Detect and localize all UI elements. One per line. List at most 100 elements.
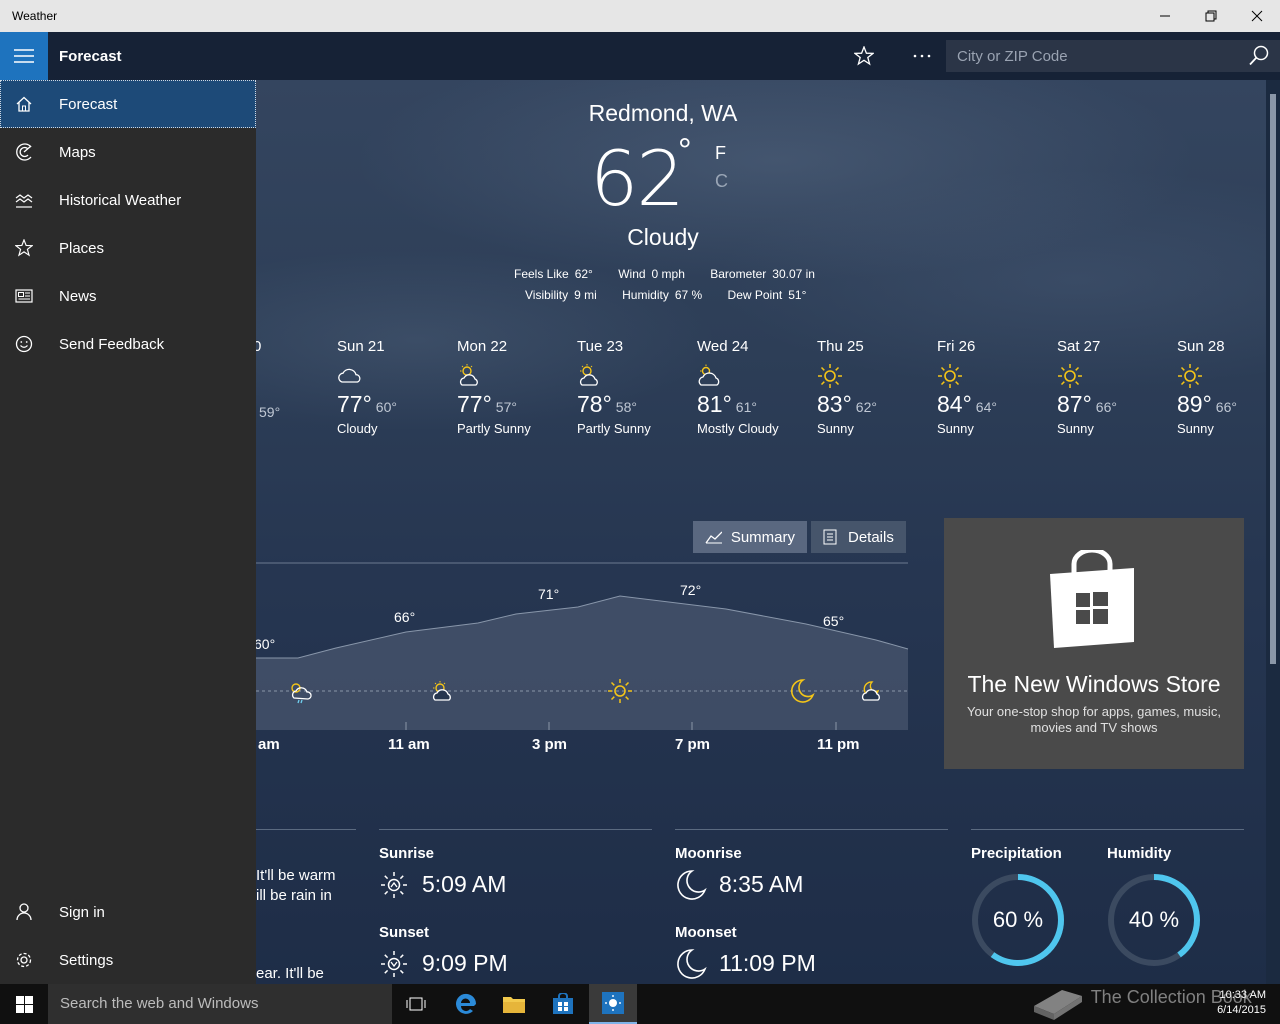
sidebar-item-sign-in[interactable]: Sign in — [0, 888, 256, 936]
day-low: 64° — [975, 399, 997, 415]
taskbar-search[interactable]: Search the web and Windows — [48, 984, 392, 1024]
sun-icon — [1177, 363, 1280, 389]
hamburger-button[interactable] — [0, 32, 48, 80]
location-name: Redmond, WA — [588, 100, 738, 126]
sidebar-item-places[interactable]: Places — [0, 224, 256, 272]
partly-sunny-icon — [577, 363, 697, 389]
favorite-button[interactable] — [846, 40, 882, 72]
window-title: Weather — [12, 9, 58, 23]
start-button[interactable] — [0, 984, 48, 1024]
sidebar-item-label: Send Feedback — [59, 335, 165, 353]
day-forecast[interactable]: Fri 26 84° 64° Sunny — [937, 338, 1057, 436]
tab-details[interactable]: Details — [811, 521, 906, 553]
day-condition: Sunny — [937, 421, 974, 436]
hourly-temp-label: 65° — [823, 613, 845, 629]
day-name: Sun 21 — [337, 338, 385, 355]
day-forecast[interactable]: Sun 21 77° 60° Cloudy — [337, 338, 457, 436]
sidebar-item-historical-weather[interactable]: Historical Weather — [0, 176, 256, 224]
edge-button[interactable] — [442, 984, 490, 1024]
more-button[interactable] — [904, 40, 940, 72]
tab-summary-label: Summary — [730, 528, 795, 546]
divider — [379, 829, 652, 830]
title-bar: Weather — [0, 0, 1280, 32]
search-input[interactable] — [946, 40, 1236, 72]
barometer-label: Barometer — [710, 267, 767, 281]
day-summary-line: It'll be warm — [256, 867, 336, 884]
close-button[interactable] — [1234, 0, 1280, 32]
watermark: The Collection Book — [1030, 976, 1252, 1020]
day-condition: Sunny — [1057, 421, 1094, 436]
divider — [971, 829, 1244, 830]
day-high: 77° — [337, 391, 372, 417]
day-forecast[interactable]: Mon 22 77° 57° Partly Sunny — [457, 338, 577, 436]
day-name: Sat 27 — [1057, 338, 1101, 355]
humidity-gauge-value: 40 % — [1128, 907, 1180, 932]
tab-details-label: Details — [848, 528, 894, 546]
feels-like-value: 62° — [574, 267, 593, 281]
store-button[interactable] — [539, 984, 587, 1024]
cloud-background — [256, 80, 1266, 560]
day-name: Wed 24 — [697, 338, 749, 355]
search-box — [946, 40, 1280, 72]
feels-like-label: Feels Like — [514, 267, 569, 281]
minimize-button[interactable] — [1142, 0, 1188, 32]
weather-taskbar-button[interactable] — [589, 984, 637, 1024]
day-forecast[interactable]: Wed 24 81° 61° Mostly Cloudy — [697, 338, 817, 436]
day-forecast[interactable]: Sat 27 87° 66° Sunny — [1057, 338, 1177, 436]
file-explorer-button[interactable] — [490, 984, 538, 1024]
day-name: Mon 22 — [457, 338, 508, 355]
sidebar-item-settings[interactable]: Settings — [0, 936, 256, 984]
weather-app-icon — [602, 992, 624, 1014]
humidity-gauge-label: Humidity — [1107, 845, 1172, 862]
current-condition: Cloudy — [627, 224, 699, 250]
hourly-temp-label: 72° — [680, 582, 702, 598]
moonset-time: 11:09 PM — [719, 950, 816, 976]
hour-label: 11 pm — [817, 736, 860, 753]
folder-icon — [503, 997, 525, 1013]
minimize-icon — [1160, 15, 1170, 17]
hourly-temp-label: 66° — [394, 609, 416, 625]
day-forecast[interactable]: Thu 25 83° 62° Sunny — [817, 338, 937, 436]
day-condition: Cloudy — [337, 421, 378, 436]
partial-day-low: 59° — [259, 404, 281, 420]
sun-icon — [817, 363, 937, 389]
moonset-label: Moonset — [675, 924, 737, 941]
day-condition: Sunny — [817, 421, 854, 436]
store-ad[interactable]: The New Windows Store Your one-stop shop… — [944, 518, 1244, 769]
sunrise-label: Sunrise — [379, 845, 435, 862]
sidebar-item-label: Settings — [59, 951, 114, 969]
hourly-temp-label: 71° — [538, 586, 560, 602]
sun-icon — [937, 363, 1057, 389]
sidebar-item-maps[interactable]: Maps — [0, 128, 256, 176]
search-button[interactable] — [1248, 45, 1270, 67]
day-low: 66° — [1095, 399, 1117, 415]
current-temperature: 62 — [590, 134, 685, 223]
day-forecast[interactable]: Sun 28 89° 66° Sunny — [1177, 338, 1280, 436]
gear-icon — [0, 936, 48, 984]
day-name: Thu 25 — [817, 338, 864, 355]
star-icon — [854, 46, 874, 66]
day-forecast[interactable]: Tue 23 78° 58° Partly Sunny — [577, 338, 697, 436]
day-name: Sun 28 — [1177, 338, 1225, 355]
scrollbar[interactable] — [1266, 80, 1280, 984]
unit-celsius[interactable]: C — [715, 171, 728, 192]
divider — [256, 829, 356, 830]
precipitation-value: 60 % — [992, 907, 1044, 932]
partly-sunny-icon — [457, 363, 577, 389]
tab-summary[interactable]: Summary — [693, 521, 807, 553]
hour-label: 11 am — [388, 736, 430, 753]
smiley-icon — [0, 320, 48, 368]
page-title: Forecast — [59, 48, 122, 65]
sun-icon — [1057, 363, 1177, 389]
day-condition: Sunny — [1177, 421, 1214, 436]
sidebar-item-forecast[interactable]: Forecast — [0, 80, 256, 128]
visibility-label: Visibility — [525, 288, 569, 302]
sidebar-item-label: Sign in — [59, 903, 105, 921]
restore-button[interactable] — [1188, 0, 1234, 32]
close-icon — [1251, 10, 1263, 22]
sidebar-item-news[interactable]: News — [0, 272, 256, 320]
sidebar-item-send-feedback[interactable]: Send Feedback — [0, 320, 256, 368]
unit-fahrenheit[interactable]: F — [715, 143, 726, 164]
day-low: 60° — [375, 399, 397, 415]
task-view-button[interactable] — [392, 984, 440, 1024]
